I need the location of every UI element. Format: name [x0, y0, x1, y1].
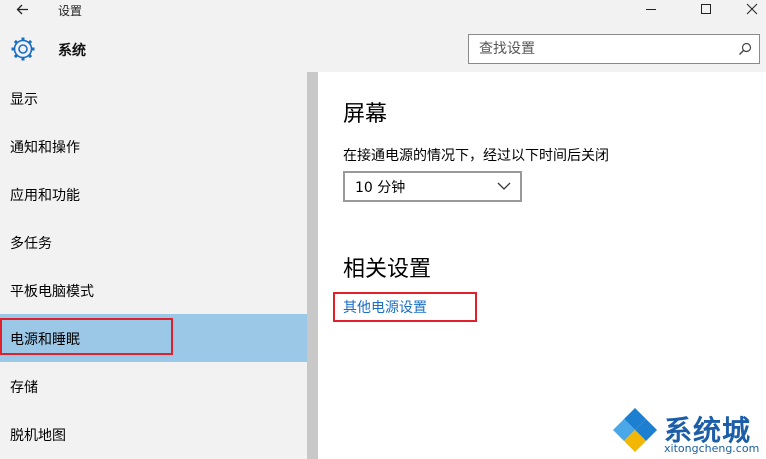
sidebar-item-label: 显示 — [10, 92, 38, 108]
close-icon — [746, 3, 758, 15]
back-arrow-icon — [16, 4, 28, 15]
watermark-site: xitongcheng.com — [664, 442, 760, 455]
sidebar-item-apps[interactable]: 应用和功能 — [0, 170, 307, 218]
sidebar-item-offline-maps[interactable]: 脱机地图 — [0, 410, 307, 458]
chevron-down-icon — [497, 182, 511, 190]
sidebar-scrollbar[interactable] — [307, 72, 318, 459]
sidebar-item-notifications[interactable]: 通知和操作 — [0, 122, 307, 170]
search-box[interactable] — [468, 34, 760, 64]
sidebar-item-label: 脱机地图 — [10, 428, 66, 444]
header: 系统 — [0, 20, 766, 72]
minimize-icon — [646, 9, 656, 10]
sidebar-item-label: 存储 — [10, 380, 38, 396]
sidebar-item-label: 通知和操作 — [10, 140, 80, 156]
page-title: 系统 — [58, 43, 86, 59]
related-settings-heading: 相关设置 — [343, 257, 432, 282]
minimize-button[interactable] — [628, 0, 674, 20]
back-button[interactable] — [10, 0, 36, 20]
maximize-icon — [701, 4, 711, 14]
window-title: 设置 — [58, 4, 83, 18]
highlight-box-link — [333, 292, 477, 322]
search-input[interactable] — [469, 35, 731, 63]
sidebar-item-multitasking[interactable]: 多任务 — [0, 218, 307, 266]
title-bar: 设置 — [0, 0, 766, 20]
sidebar: 显示 通知和操作 应用和功能 多任务 平板电脑模式 电源和睡眠 存储 脱机地图 — [0, 72, 307, 459]
sidebar-item-label: 平板电脑模式 — [10, 284, 94, 300]
screen-heading: 屏幕 — [343, 102, 388, 127]
close-button[interactable] — [728, 0, 766, 20]
sidebar-item-label: 应用和功能 — [10, 188, 80, 204]
screen-description: 在接通电源的情况下，经过以下时间后关闭 — [343, 148, 609, 164]
search-icon[interactable] — [737, 41, 753, 57]
sidebar-item-storage[interactable]: 存储 — [0, 362, 307, 410]
dropdown-value: 10 分钟 — [355, 180, 406, 196]
highlight-box-power-sleep — [0, 318, 173, 355]
screen-timeout-dropdown[interactable]: 10 分钟 — [343, 171, 522, 202]
sidebar-item-tablet-mode[interactable]: 平板电脑模式 — [0, 266, 307, 314]
sidebar-item-label: 多任务 — [10, 236, 52, 252]
sidebar-item-display[interactable]: 显示 — [0, 74, 307, 122]
maximize-button[interactable] — [682, 0, 728, 20]
watermark-logo-icon — [613, 408, 657, 452]
gear-icon — [11, 37, 35, 61]
